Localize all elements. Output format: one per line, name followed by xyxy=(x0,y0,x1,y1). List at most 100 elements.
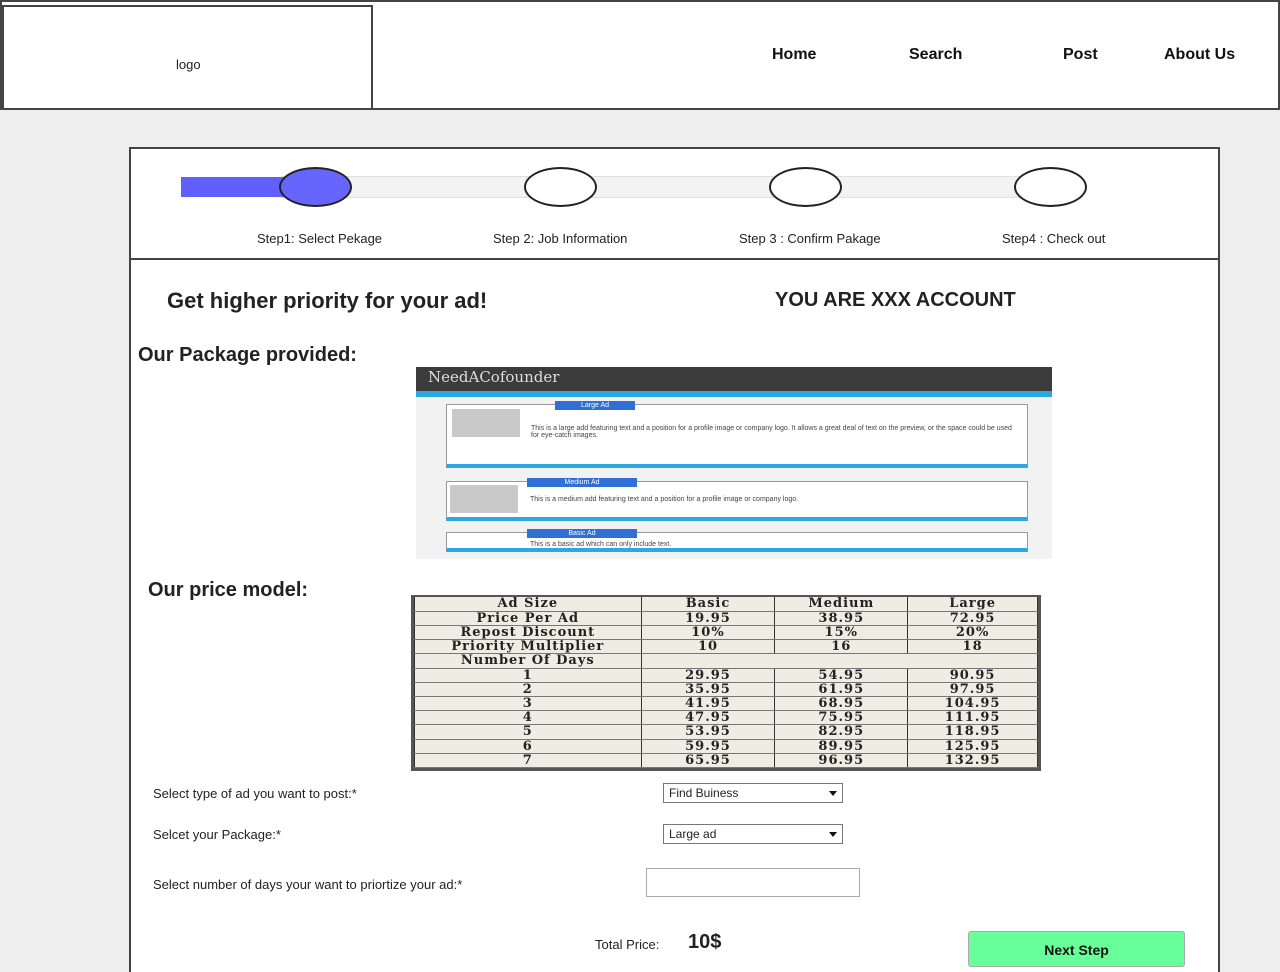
price-table-grid: Ad Size Basic Medium Large Price Per Ad 19.95… xyxy=(414,597,1039,769)
table-cell: 118.95 xyxy=(907,724,1038,740)
chevron-down-icon xyxy=(829,832,837,837)
table-cell: Medium xyxy=(774,597,909,612)
table-row: 6 59.95 89.95 125.95 xyxy=(414,739,1038,754)
table-row: 4 47.95 75.95 111.95 xyxy=(414,710,1038,726)
table-cell: 5 xyxy=(414,724,642,740)
ad-type-label: Select type of ad you want to post:* xyxy=(153,786,357,801)
step-1-label: Step1: Select Pekage xyxy=(257,231,383,246)
basic-ad-tag: Basic Ad xyxy=(527,529,637,538)
table-cell: 54.95 xyxy=(774,668,909,683)
table-row: 5 53.95 82.95 118.95 xyxy=(414,724,1038,740)
step-4-indicator[interactable] xyxy=(1014,167,1087,207)
step-3-label: Step 3 : Confirm Pakage xyxy=(739,231,881,246)
main-panel: Step1: Select Pekage Step 2: Job Informa… xyxy=(129,147,1220,972)
ad-type-value: Find Buiness xyxy=(669,786,739,800)
basic-ad-card: Basic Ad This is a basic ad which can on… xyxy=(446,529,1028,552)
table-row: 7 65.95 96.95 132.95 xyxy=(414,753,1038,769)
avatar-placeholder-icon xyxy=(452,409,520,437)
step-progress: Step1: Select Pekage Step 2: Job Informa… xyxy=(131,149,1218,260)
large-ad-tag: Large Ad xyxy=(555,401,635,410)
nav-home[interactable]: Home xyxy=(772,46,816,64)
medium-ad-text: This is a medium add featuring text and … xyxy=(530,496,799,503)
ad-type-select[interactable]: Find Buiness xyxy=(663,783,843,803)
table-cell: 111.95 xyxy=(907,710,1038,726)
table-cell: 97.95 xyxy=(907,682,1038,697)
table-row: Number Of Days xyxy=(414,653,1039,669)
package-select[interactable]: Large ad xyxy=(663,824,843,844)
table-row: Ad Size Basic Medium Large xyxy=(414,597,1038,612)
table-cell: 82.95 xyxy=(774,724,909,740)
table-cell: 104.95 xyxy=(907,696,1038,712)
table-row: Priority Multiplier 10 16 18 xyxy=(414,639,1038,655)
table-cell: 29.95 xyxy=(640,668,776,683)
step-3-indicator[interactable] xyxy=(769,167,842,207)
table-cell: 3 xyxy=(414,696,642,712)
table-cell: 68.95 xyxy=(774,696,909,712)
total-price-label: Total Price: xyxy=(595,937,660,952)
preview-banner: NeedACofounder xyxy=(416,367,1052,397)
logo[interactable]: logo xyxy=(2,5,373,110)
table-cell: Priority Multiplier xyxy=(414,639,642,655)
step-2-label: Step 2: Job Information xyxy=(493,231,628,246)
step-1-indicator[interactable] xyxy=(279,167,352,207)
table-cell: 6 xyxy=(414,739,642,754)
header: logo Home Search Post About Us xyxy=(0,0,1280,110)
days-label: Select number of days your want to prior… xyxy=(153,877,463,892)
nav-search[interactable]: Search xyxy=(909,46,962,64)
table-cell: 132.95 xyxy=(907,753,1038,769)
table-cell: Repost Discount xyxy=(414,625,642,641)
price-heading: Our price model: xyxy=(148,579,309,601)
step-2-indicator[interactable] xyxy=(524,167,597,207)
table-row: 3 41.95 68.95 104.95 xyxy=(414,696,1038,712)
table-row: Repost Discount 10% 15% 20% xyxy=(414,625,1038,641)
table-cell: 38.95 xyxy=(774,611,909,626)
package-label: Selcet your Package:* xyxy=(153,827,281,842)
nav-post[interactable]: Post xyxy=(1063,46,1098,64)
medium-ad-card: Medium Ad This is a medium add featuring… xyxy=(446,478,1028,521)
days-input[interactable] xyxy=(646,868,860,897)
table-cell: 90.95 xyxy=(907,668,1038,683)
table-cell: 1 xyxy=(414,668,642,683)
table-cell: 18 xyxy=(907,639,1038,655)
table-cell xyxy=(640,653,1039,669)
chevron-down-icon xyxy=(829,791,837,796)
table-cell: 47.95 xyxy=(640,710,776,726)
large-ad-card: Large Ad This is a large add featuring t… xyxy=(446,401,1028,468)
package-preview-image: NeedACofounder Large Ad This is a large … xyxy=(416,367,1052,559)
table-cell: 41.95 xyxy=(640,696,776,712)
table-cell: Price Per Ad xyxy=(414,611,642,626)
basic-ad-text: This is a basic ad which can only includ… xyxy=(530,541,672,548)
medium-ad-tag: Medium Ad xyxy=(527,478,637,487)
table-row: 1 29.95 54.95 90.95 xyxy=(414,668,1038,683)
table-cell: Basic xyxy=(640,597,776,612)
price-table: Ad Size Basic Medium Large Price Per Ad 19.95… xyxy=(411,595,1041,771)
table-cell: 53.95 xyxy=(640,724,776,740)
table-cell: 2 xyxy=(414,682,642,697)
table-cell: 72.95 xyxy=(907,611,1038,626)
table-cell: 89.95 xyxy=(774,739,909,754)
avatar-placeholder-icon xyxy=(450,485,518,513)
table-cell: 59.95 xyxy=(640,739,776,754)
table-cell: 7 xyxy=(414,753,642,769)
account-status: YOU ARE XXX ACCOUNT xyxy=(775,289,1016,311)
table-row: Price Per Ad 19.95 38.95 72.95 xyxy=(414,611,1038,626)
step-4-label: Step4 : Check out xyxy=(1002,231,1106,246)
table-cell: 65.95 xyxy=(640,753,776,769)
table-cell: 61.95 xyxy=(774,682,909,697)
table-cell: 4 xyxy=(414,710,642,726)
next-step-button[interactable]: Next Step xyxy=(968,931,1185,967)
page-title: Get higher priority for your ad! xyxy=(167,288,488,313)
table-cell: 35.95 xyxy=(640,682,776,697)
total-price-value: 10$ xyxy=(688,931,722,953)
nav-about-us[interactable]: About Us xyxy=(1164,46,1235,64)
table-cell: 125.95 xyxy=(907,739,1038,754)
table-row: 2 35.95 61.95 97.95 xyxy=(414,682,1038,697)
large-ad-text: This is a large add featuring text and a… xyxy=(531,425,1012,439)
preview-brand: NeedACofounder xyxy=(428,368,560,386)
table-cell: Number Of Days xyxy=(414,653,642,669)
package-heading: Our Package provided: xyxy=(138,344,357,366)
table-cell: 96.95 xyxy=(774,753,909,769)
table-cell: 19.95 xyxy=(640,611,776,626)
table-cell: 75.95 xyxy=(774,710,909,726)
table-cell: Large xyxy=(907,597,1038,612)
